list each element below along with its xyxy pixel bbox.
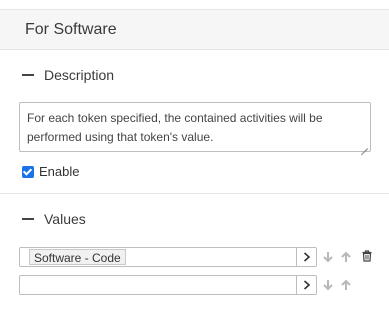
value-row: [19, 275, 317, 295]
description-heading: Description: [44, 67, 115, 83]
value-row: Software - Code: [19, 247, 317, 267]
arrow-up-icon: [341, 251, 351, 262]
panel-header: For Software: [0, 10, 389, 50]
select-token-button[interactable]: [296, 276, 316, 294]
trash-icon: [362, 250, 372, 262]
panel-title: For Software: [25, 21, 117, 38]
arrow-down-icon: [323, 280, 333, 291]
arrow-up-icon: [341, 279, 351, 290]
token-chip[interactable]: Software - Code: [29, 249, 126, 265]
value-input[interactable]: [20, 276, 297, 294]
chevron-right-icon: [303, 280, 310, 290]
minus-icon[interactable]: [22, 74, 34, 76]
description-section-header[interactable]: Description: [22, 67, 114, 83]
section-divider: [0, 193, 389, 194]
move-down-button[interactable]: [321, 250, 335, 264]
description-textarea[interactable]: For each token specified, the contained …: [19, 102, 371, 152]
values-heading: Values: [44, 211, 86, 227]
move-down-button[interactable]: [321, 278, 335, 292]
enable-label[interactable]: Enable: [39, 164, 79, 179]
move-up-button[interactable]: [339, 278, 353, 292]
enable-checkbox[interactable]: [22, 165, 34, 178]
description-text: For each token specified, the contained …: [27, 111, 323, 144]
move-up-button[interactable]: [339, 250, 353, 264]
select-token-button[interactable]: [296, 248, 316, 266]
resize-handle-icon[interactable]: [361, 142, 368, 149]
enable-checkbox-row[interactable]: Enable: [22, 164, 79, 179]
arrow-down-icon: [323, 252, 333, 263]
delete-row-button[interactable]: [360, 249, 374, 263]
minus-icon[interactable]: [22, 218, 34, 220]
value-input[interactable]: Software - Code: [20, 248, 297, 266]
values-section-header[interactable]: Values: [22, 211, 86, 227]
chevron-right-icon: [303, 252, 310, 262]
